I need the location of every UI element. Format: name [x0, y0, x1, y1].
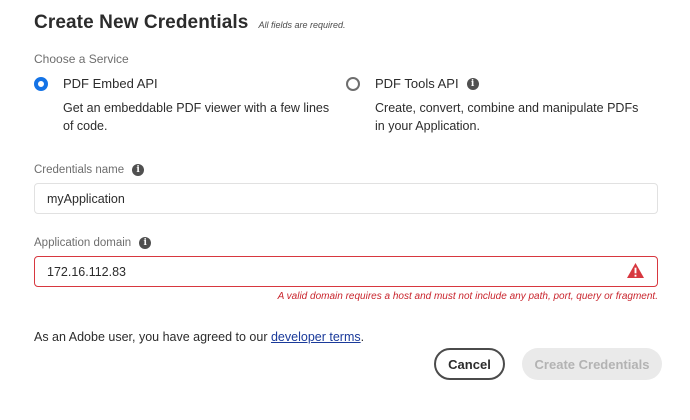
- create-credentials-dialog: Create New Credentials All fields are re…: [0, 0, 690, 420]
- service-option-pdf-embed-row[interactable]: PDF Embed API: [34, 76, 334, 91]
- required-note: All fields are required.: [258, 20, 346, 30]
- app-domain-error-message: A valid domain requires a host and must …: [277, 291, 658, 302]
- radio-pdf-tools[interactable]: [346, 76, 360, 91]
- dialog-title: Create New Credentials: [34, 12, 249, 33]
- service-option-pdf-tools[interactable]: PDF Tools API i Create, convert, combine…: [346, 76, 646, 135]
- developer-terms-link[interactable]: developer terms: [271, 330, 361, 344]
- app-domain-label-text: Application domain: [34, 237, 132, 249]
- radio-pdf-embed[interactable]: [34, 76, 48, 91]
- info-icon[interactable]: i: [132, 164, 145, 176]
- service-option-label[interactable]: PDF Tools API: [375, 76, 459, 91]
- credentials-name-label-text: Credentials name: [34, 164, 125, 176]
- terms-suffix: .: [360, 330, 365, 344]
- warning-triangle-icon: [627, 262, 644, 279]
- service-section-label: Choose a Service: [34, 52, 129, 66]
- terms-notice: As an Adobe user, you have agreed to our…: [34, 330, 364, 344]
- service-option-pdf-tools-row[interactable]: PDF Tools API i: [346, 76, 646, 91]
- create-credentials-button[interactable]: Create Credentials: [522, 348, 662, 380]
- service-option-pdf-embed[interactable]: PDF Embed API Get an embeddable PDF view…: [34, 76, 334, 135]
- dialog-header: Create New Credentials All fields are re…: [34, 12, 346, 34]
- credentials-name-input[interactable]: [34, 183, 658, 214]
- service-option-description: Create, convert, combine and manipulate …: [375, 101, 639, 133]
- info-icon[interactable]: i: [466, 77, 479, 90]
- info-icon[interactable]: i: [139, 237, 152, 249]
- terms-prefix: As an Adobe user, you have agreed to our: [34, 330, 271, 344]
- app-domain-input[interactable]: [34, 256, 658, 287]
- app-domain-label: Application domain i: [34, 237, 152, 249]
- credentials-name-label: Credentials name i: [34, 164, 145, 176]
- service-option-label[interactable]: PDF Embed API: [63, 76, 158, 91]
- service-option-description: Get an embeddable PDF viewer with a few …: [63, 101, 330, 133]
- cancel-button[interactable]: Cancel: [434, 348, 505, 380]
